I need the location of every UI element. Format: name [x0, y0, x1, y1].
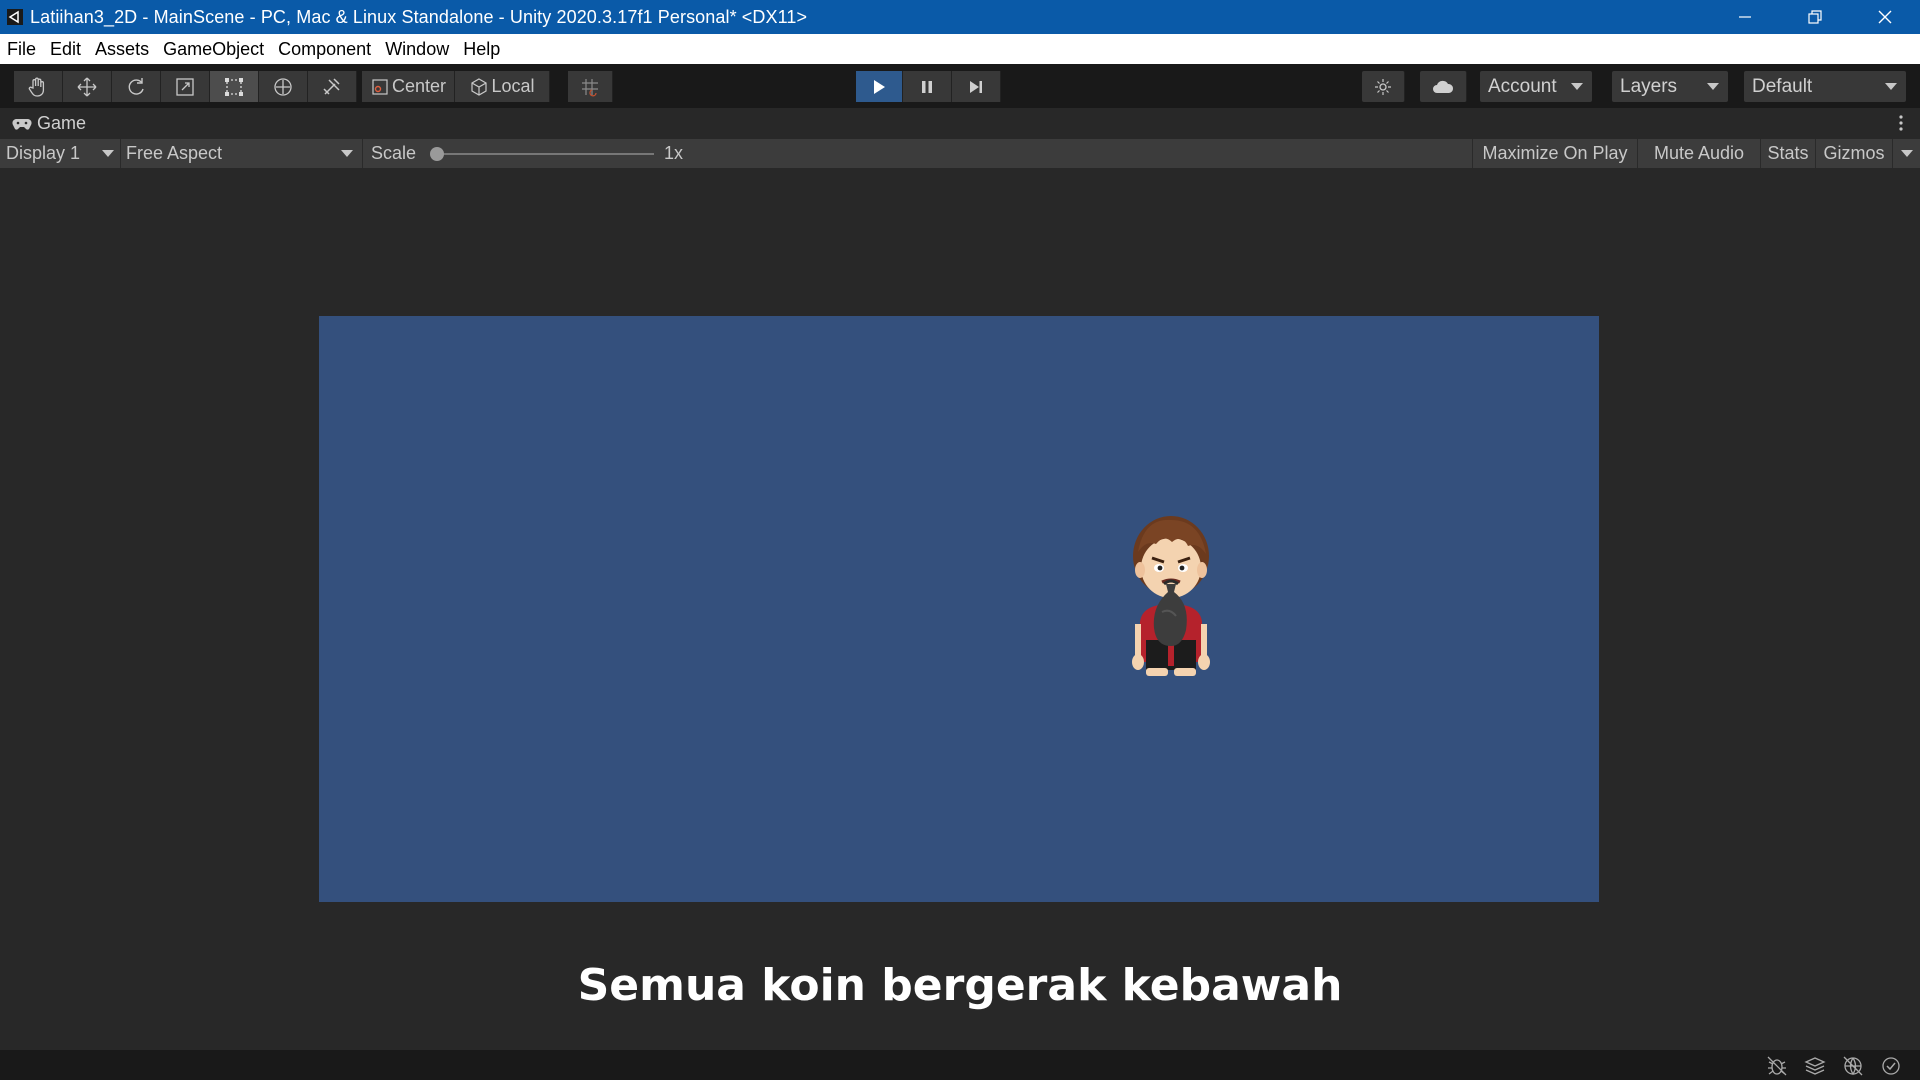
scale-slider-track[interactable]	[436, 153, 654, 155]
menu-file[interactable]: File	[0, 39, 43, 60]
restore-button[interactable]	[1780, 0, 1850, 34]
cloud-icon[interactable]	[1420, 71, 1467, 102]
gizmos-label: Gizmos	[1823, 143, 1885, 163]
maximize-on-play-label: Maximize On Play	[1482, 143, 1628, 163]
chevron-down-icon	[1707, 83, 1719, 90]
chevron-down-icon	[1901, 150, 1913, 157]
pivot-center-icon	[372, 78, 388, 95]
pivot-local-toggle[interactable]: Local	[455, 71, 550, 102]
pause-icon	[922, 80, 932, 93]
mute-audio-toggle[interactable]: Mute Audio	[1637, 139, 1760, 168]
account-dropdown[interactable]: Account	[1480, 71, 1592, 102]
game-viewport[interactable]	[319, 316, 1599, 902]
chevron-down-icon	[1571, 83, 1583, 90]
move-tool-icon[interactable]	[63, 71, 112, 102]
more-options-icon[interactable]	[1898, 114, 1904, 137]
play-controls	[856, 71, 1001, 102]
bug-icon[interactable]	[1758, 1054, 1796, 1078]
layout-dropdown[interactable]: Default	[1744, 71, 1906, 102]
player-character-sprite	[1132, 516, 1210, 676]
chevron-down-icon	[1885, 83, 1897, 90]
custom-tool-icon[interactable]	[308, 71, 357, 102]
tab-game[interactable]: Game	[12, 113, 86, 134]
gizmos-dropdown[interactable]	[1892, 139, 1920, 168]
menu-bar: File Edit Assets GameObject Component Wi…	[0, 34, 1920, 64]
game-tab-label: Game	[37, 113, 87, 133]
gamepad-icon	[12, 118, 32, 130]
scale-value: 1x	[664, 143, 684, 163]
layout-label: Default	[1752, 75, 1813, 97]
menu-edit[interactable]: Edit	[43, 39, 88, 60]
menu-help[interactable]: Help	[456, 39, 507, 60]
play-button[interactable]	[856, 71, 903, 102]
aspect-label: Free Aspect	[126, 143, 223, 163]
rotate-tool-icon[interactable]	[112, 71, 161, 102]
chevron-down-icon	[102, 150, 114, 157]
subtitle-caption: Semua koin bergerak kebawah	[577, 960, 1343, 1011]
title-bar: Latiihan3_2D - MainScene - PC, Mac & Lin…	[0, 0, 1920, 34]
chevron-down-icon	[341, 150, 353, 157]
layers-status-icon[interactable]	[1796, 1054, 1834, 1078]
mute-audio-label: Mute Audio	[1653, 143, 1745, 163]
game-tab-header: Game	[0, 108, 1920, 139]
layers-dropdown[interactable]: Layers	[1612, 71, 1728, 102]
network-status-icon[interactable]	[1834, 1054, 1872, 1078]
pivot-local-label: Local	[491, 76, 535, 96]
cloud-tools	[1420, 71, 1467, 102]
unity-logo-icon	[6, 8, 24, 26]
window-title: Latiihan3_2D - MainScene - PC, Mac & Lin…	[30, 6, 808, 27]
pivot-center-toggle[interactable]: Center	[362, 71, 455, 102]
snap-tools	[568, 71, 613, 102]
stats-toggle[interactable]: Stats	[1760, 139, 1815, 168]
menu-window[interactable]: Window	[378, 39, 456, 60]
main-toolbar: Center Local Account Layers Default	[0, 64, 1920, 108]
game-view-toolbar: Display 1 Free Aspect Scale 1x Maximize …	[0, 139, 1920, 168]
status-bar	[0, 1050, 1920, 1080]
check-circle-icon[interactable]	[1872, 1054, 1910, 1078]
layers-label: Layers	[1620, 75, 1678, 97]
pivot-tools: Center Local	[362, 71, 550, 102]
menu-gameobject[interactable]: GameObject	[156, 39, 271, 60]
scale-label: Scale	[362, 139, 416, 168]
scale-tool-icon[interactable]	[161, 71, 210, 102]
services-tools	[1362, 71, 1405, 102]
hand-tool-icon[interactable]	[14, 71, 63, 102]
menu-assets[interactable]: Assets	[88, 39, 156, 60]
play-icon	[874, 79, 885, 94]
menu-component[interactable]: Component	[271, 39, 378, 60]
rect-tool-icon[interactable]	[210, 71, 259, 102]
close-button[interactable]	[1850, 0, 1920, 34]
maximize-on-play-toggle[interactable]: Maximize On Play	[1472, 139, 1637, 168]
local-cube-icon	[471, 77, 488, 96]
scale-slider-thumb[interactable]	[430, 147, 444, 161]
pause-button[interactable]	[903, 71, 952, 102]
transform-tool-icon[interactable]	[259, 71, 308, 102]
pivot-center-label: Center	[391, 76, 447, 96]
account-label: Account	[1488, 75, 1557, 97]
step-button[interactable]	[952, 71, 1001, 102]
transform-tools	[14, 71, 357, 102]
step-icon	[970, 80, 982, 93]
minimize-button[interactable]	[1710, 0, 1780, 34]
display-dropdown[interactable]: Display 1	[6, 139, 118, 168]
collab-icon[interactable]	[1362, 71, 1405, 102]
aspect-dropdown[interactable]: Free Aspect	[120, 139, 358, 168]
game-view-area: Semua koin bergerak kebawah	[0, 168, 1920, 1050]
gizmos-toggle[interactable]: Gizmos	[1815, 139, 1892, 168]
grid-snap-icon[interactable]	[568, 71, 613, 102]
stats-label: Stats	[1767, 143, 1809, 163]
display-label: Display 1	[6, 143, 81, 163]
